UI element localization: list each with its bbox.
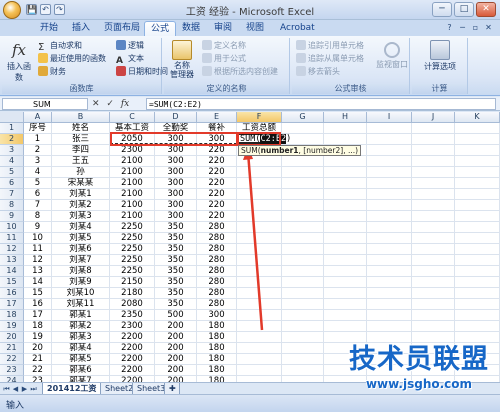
title-bar: 💾 ↶ ↷ 工资 经验 - Microsoft Excel ─ □ ✕ <box>0 0 500 20</box>
name-manager-button[interactable]: 名称 管理器 <box>166 40 198 79</box>
enter-icon[interactable]: ✓ <box>106 99 114 109</box>
next-sheet-icon[interactable]: ▶ <box>20 384 29 394</box>
coins-icon <box>38 66 48 76</box>
arrow-right-icon <box>296 40 306 50</box>
help-icon[interactable]: ? <box>444 22 455 33</box>
group-label: 计算 <box>412 83 467 94</box>
name-manager-icon <box>172 40 192 60</box>
calculator-icon <box>430 40 450 60</box>
group-label: 定义的名称 <box>164 83 289 94</box>
date-time-button[interactable]: 日期和时间 <box>116 66 168 78</box>
fx-icon: fx <box>11 41 26 59</box>
status-mode: 输入 <box>6 401 25 411</box>
close-button[interactable]: ✕ <box>476 2 496 17</box>
tooltip-rest: , [number2], ...) <box>298 146 359 155</box>
maximize-button[interactable]: □ <box>454 2 474 17</box>
ribbon-tabs: 开始 插入 页面布局 公式 数据 审阅 视图 Acrobat ? ─ ▫ ✕ <box>0 20 500 36</box>
eraser-icon <box>296 66 306 76</box>
excel-window: 💾 ↶ ↷ 工资 经验 - Microsoft Excel ─ □ ✕ 开始 插… <box>0 0 500 412</box>
watermark-url: www.jsgho.com <box>365 377 473 391</box>
trace-precedents-button[interactable]: 追踪引用单元格 <box>296 40 364 52</box>
trace-precedents-label: 追踪引用单元格 <box>308 41 364 50</box>
financial-button[interactable]: 财务 <box>38 66 66 78</box>
arrow-left-icon <box>296 53 306 63</box>
group-calculation: 计算选项 计算 <box>412 38 468 94</box>
tab-home[interactable]: 开始 <box>34 21 64 36</box>
use-in-formula-label: 用于公式 <box>214 54 246 63</box>
ribbon-minimize-icon[interactable]: ─ <box>457 22 468 33</box>
function-tooltip: SUM(number1, [number2], ...) <box>238 145 362 156</box>
autosum-label: 自动求和 <box>50 41 82 50</box>
name-box[interactable]: SUM <box>2 98 88 110</box>
watermark-logo: 技术员联盟 www.jsgho.com <box>340 344 498 394</box>
insert-function-label: 插入函数 <box>7 62 31 82</box>
formula-bar: SUM ✕ ✓ fx =SUM(C2:E2) <box>0 97 500 111</box>
group-defined-names: 名称 管理器 定义名称 用于公式 根据所选内容创建 定义的名称 <box>164 38 290 94</box>
ribbon: fx 插入函数 Σ 自动求和 最近使用的函数 财务 逻辑 A 文本 日期和时间 函数… <box>0 36 500 96</box>
group-function-library: fx 插入函数 Σ 自动求和 最近使用的函数 财务 逻辑 A 文本 日期和时间 函数… <box>2 38 168 94</box>
tab-review[interactable]: 审阅 <box>208 21 238 36</box>
first-sheet-icon[interactable]: ⏮ <box>2 384 11 394</box>
ribbon-close-icon[interactable]: ✕ <box>483 22 494 33</box>
date-time-label: 日期和时间 <box>128 67 168 76</box>
tab-view[interactable]: 视图 <box>240 21 270 36</box>
calendar-icon <box>116 66 126 76</box>
financial-label: 财务 <box>50 67 66 76</box>
minimize-button[interactable]: ─ <box>432 2 452 17</box>
create-from-selection-label: 根据所选内容创建 <box>214 67 278 76</box>
text-a-icon: A <box>116 56 123 66</box>
recent-functions-button[interactable]: 最近使用的函数 <box>38 53 106 65</box>
calc-options-button[interactable]: 计算选项 <box>422 40 458 72</box>
worksheet-grid[interactable]: ABCDEFGHIJK 1 2 3 4 5 6 7 8 9 10 11 12 13 14 15 16 17 18 1… <box>0 112 500 382</box>
ribbon-restore-icon[interactable]: ▫ <box>470 22 481 33</box>
group-formula-auditing: 追踪引用单元格 追踪从属单元格 移去箭头 监视窗口 公式审核 <box>292 38 410 94</box>
window-title: 工资 经验 - Microsoft Excel <box>185 7 315 18</box>
logic-icon <box>116 40 126 50</box>
logical-button[interactable]: 逻辑 <box>116 40 144 52</box>
star-icon <box>38 53 48 63</box>
formula-bar-buttons: ✕ ✓ fx <box>92 97 144 111</box>
ribbon-controls: ? ─ ▫ ✕ <box>444 22 494 33</box>
define-name-label: 定义名称 <box>214 41 246 50</box>
trace-dependents-label: 追踪从属单元格 <box>308 54 364 63</box>
formula-input[interactable]: =SUM(C2:E2) <box>146 98 496 110</box>
window-controls: ─ □ ✕ <box>432 2 496 17</box>
name-manager-label: 名称 管理器 <box>170 61 194 79</box>
trace-dependents-button[interactable]: 追踪从属单元格 <box>296 53 364 65</box>
fx-icon[interactable]: fx <box>121 99 129 109</box>
grid-icon <box>202 66 212 76</box>
tag-icon <box>202 40 212 50</box>
tab-formulas[interactable]: 公式 <box>144 21 177 36</box>
text-functions-label: 文本 <box>128 54 144 63</box>
define-name-button[interactable]: 定义名称 <box>202 40 246 52</box>
cancel-icon[interactable]: ✕ <box>92 99 100 109</box>
recent-functions-label: 最近使用的函数 <box>50 54 106 63</box>
prev-sheet-icon[interactable]: ◀ <box>11 384 20 394</box>
use-in-formula-button[interactable]: 用于公式 <box>202 53 246 65</box>
tooltip-arg1[interactable]: number1 <box>261 146 299 155</box>
create-from-selection-button[interactable]: 根据所选内容创建 <box>202 66 278 78</box>
calc-options-label: 计算选项 <box>424 62 456 71</box>
tab-insert[interactable]: 插入 <box>66 21 96 36</box>
watermark-title: 技术员联盟 <box>349 344 489 375</box>
magnifier-icon <box>384 42 400 58</box>
tab-acrobat[interactable]: Acrobat <box>274 21 321 36</box>
group-label: 函数库 <box>2 83 161 94</box>
tab-page-layout[interactable]: 页面布局 <box>98 21 146 36</box>
remove-arrows-button[interactable]: 移去箭头 <box>296 66 340 78</box>
formula-icon <box>202 53 212 63</box>
sigma-icon: Σ <box>38 42 45 53</box>
watch-window-button[interactable]: 监视窗口 <box>376 40 408 70</box>
logical-label: 逻辑 <box>128 41 144 50</box>
group-label: 公式审核 <box>292 83 409 94</box>
autosum-button[interactable]: Σ 自动求和 <box>38 40 82 53</box>
last-sheet-icon[interactable]: ⏭ <box>29 384 38 394</box>
tab-data[interactable]: 数据 <box>176 21 206 36</box>
insert-function-button[interactable]: fx 插入函数 <box>4 40 34 83</box>
remove-arrows-label: 移去箭头 <box>308 67 340 76</box>
watch-window-label: 监视窗口 <box>376 60 408 69</box>
tooltip-fn: SUM( <box>241 146 261 155</box>
status-bar: 输入 <box>0 394 500 412</box>
text-functions-button[interactable]: A 文本 <box>116 53 144 66</box>
